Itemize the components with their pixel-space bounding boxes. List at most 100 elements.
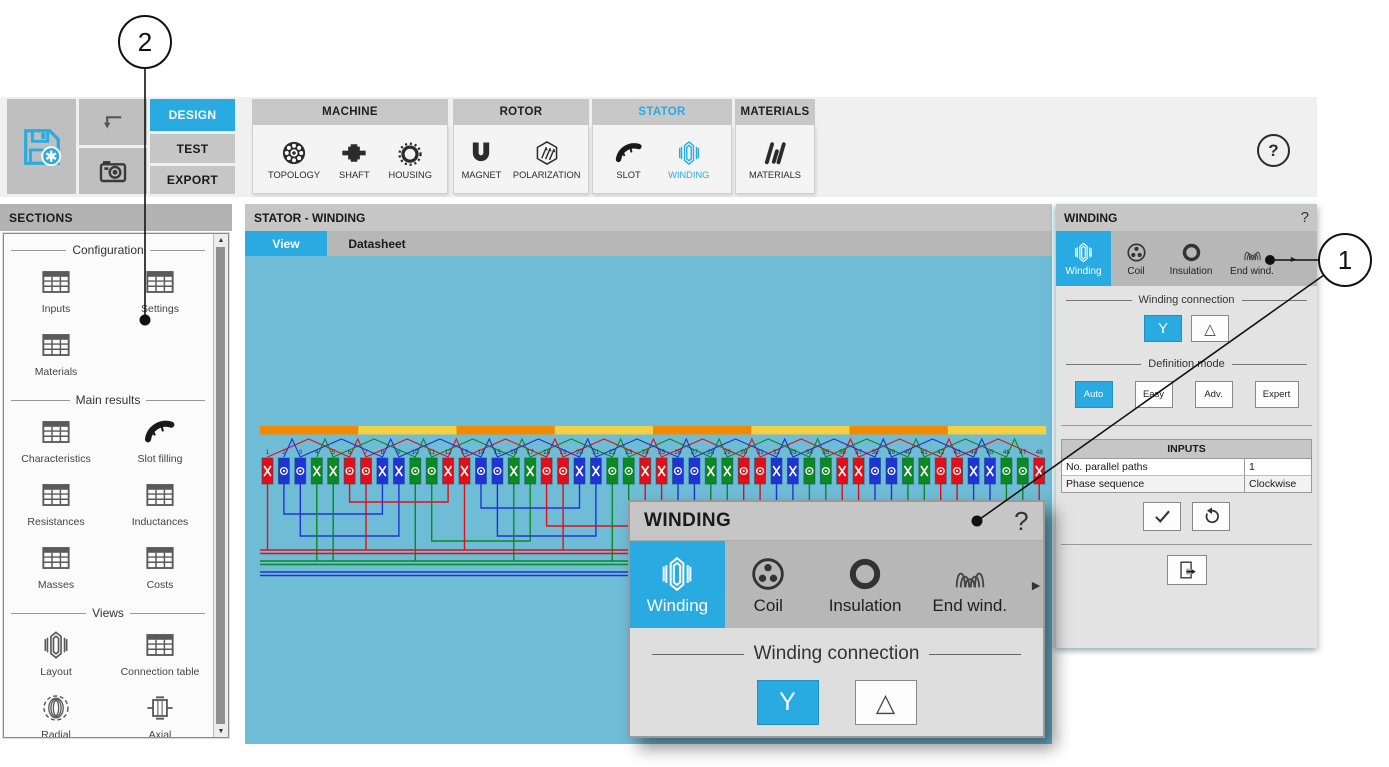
phase-sequence-value[interactable]: Clockwise (1245, 476, 1311, 492)
screenshot-button[interactable] (79, 148, 147, 194)
delta-connection-button[interactable]: △ (1191, 315, 1229, 342)
toolbar-item-shaft[interactable]: SHAFT (335, 139, 373, 180)
svg-text:4: 4 (315, 449, 319, 456)
toolbar-item-winding[interactable]: WINDING (664, 139, 713, 180)
scroll-up-icon[interactable]: ▲ (214, 234, 228, 246)
svg-text:30: 30 (740, 449, 748, 456)
svg-text:29: 29 (724, 449, 732, 456)
tab-datasheet[interactable]: Datasheet (329, 231, 425, 256)
tab-endwind[interactable]: End wind. (918, 541, 1021, 628)
section-items: Inputs Settings Materials (4, 258, 212, 384)
toolbar-item-materials[interactable]: MATERIALS (745, 139, 805, 180)
toolbar-group-title: MATERIALS (735, 99, 815, 125)
import-button[interactable] (79, 99, 147, 145)
camera-icon (97, 155, 129, 187)
svg-text:31: 31 (757, 449, 765, 456)
toolbar-item-label: SHAFT (339, 170, 369, 180)
end-winding-icon (1241, 241, 1264, 264)
toolbar-group-rotor: ROTOR MAGNET POLARIZATION (453, 99, 589, 195)
scroll-down-icon[interactable]: ▼ (214, 725, 228, 737)
popup-help-icon[interactable]: ? (1014, 506, 1029, 537)
axial-icon (144, 692, 176, 724)
section-divider-configuration: Configuration (11, 243, 205, 257)
toolbar-item-polarization[interactable]: POLARIZATION (509, 139, 585, 180)
sidebar-item-label: Inductances (132, 516, 189, 528)
sidebar-item-slot-filling[interactable]: Slot filling (108, 408, 212, 471)
table-row[interactable]: Phase sequence Clockwise (1062, 475, 1311, 492)
sections-list: Configuration Inputs Settings MaterialsM… (4, 234, 212, 738)
sidebar-scrollbar[interactable]: ▲ ▼ (213, 234, 228, 737)
tab-coil[interactable]: Coil (1111, 231, 1161, 286)
svg-text:41: 41 (921, 449, 929, 456)
svg-text:18: 18 (543, 449, 551, 456)
sidebar-item-costs[interactable]: Costs (108, 534, 212, 597)
sidebar-item-settings[interactable]: Settings (108, 258, 212, 321)
materials-icon (761, 139, 789, 167)
toolbar-group-stator: STATOR SLOT WINDING (592, 99, 732, 195)
undo-icon (1201, 506, 1222, 527)
slot-icon (144, 416, 176, 448)
import-arrow-icon (99, 108, 127, 136)
sidebar-item-masses[interactable]: Masses (4, 534, 108, 597)
tab-insulation[interactable]: Insulation (812, 541, 919, 628)
sidebar-item-characteristics[interactable]: Characteristics (4, 408, 108, 471)
tab-insulation[interactable]: Insulation (1161, 231, 1221, 286)
winding-panel-title: WINDING (1064, 211, 1117, 225)
more-tabs-icon[interactable]: ► (1289, 254, 1298, 264)
toolbar-item-housing[interactable]: HOUSING (385, 139, 436, 180)
delta-connection-button[interactable]: △ (855, 680, 917, 725)
parallel-paths-value[interactable]: 1 (1245, 459, 1311, 475)
apply-button[interactable] (1143, 502, 1181, 531)
wye-connection-button[interactable]: Y (1144, 315, 1182, 342)
tab-winding[interactable]: Winding (630, 541, 725, 628)
svg-text:42: 42 (937, 449, 945, 456)
sidebar-item-connection-table[interactable]: Connection table (108, 621, 212, 684)
sidebar-item-label: Settings (141, 303, 179, 315)
toolbar-item-label: WINDING (668, 170, 709, 180)
sidebar-item-axial[interactable]: Axial (108, 684, 212, 738)
table-row[interactable]: No. parallel paths 1 (1062, 459, 1311, 475)
svg-text:7: 7 (364, 449, 368, 456)
toolbar-group-body: MATERIALS (735, 125, 815, 194)
tab-design[interactable]: DESIGN (150, 99, 235, 131)
sidebar-item-label: Inputs (42, 303, 71, 315)
wye-connection-button[interactable]: Y (757, 680, 819, 725)
tab-test[interactable]: TEST (150, 134, 235, 163)
sidebar-item-inputs[interactable]: Inputs (4, 258, 108, 321)
tab-export[interactable]: EXPORT (150, 166, 235, 194)
tab-winding[interactable]: Winding (1056, 231, 1111, 286)
sidebar-item-resistances[interactable]: Resistances (4, 471, 108, 534)
sidebar-item-label: Characteristics (21, 453, 90, 465)
toolbar-group-body: SLOT WINDING (592, 125, 732, 194)
svg-text:34: 34 (806, 449, 814, 456)
toolbar-item-topology[interactable]: TOPOLOGY (264, 139, 324, 180)
mode-auto-button[interactable]: Auto (1075, 381, 1113, 408)
more-tabs-icon[interactable]: ► (1029, 577, 1043, 593)
restore-button[interactable] (1192, 502, 1230, 531)
mode-adv-button[interactable]: Adv. (1195, 381, 1233, 408)
table-icon (144, 479, 176, 511)
tab-coil[interactable]: Coil (725, 541, 812, 628)
sidebar-item-inductances[interactable]: Inductances (108, 471, 212, 534)
help-button[interactable]: ? (1257, 134, 1290, 167)
tab-endwind[interactable]: End wind. (1221, 231, 1283, 286)
check-icon (1152, 506, 1173, 527)
toolbar-group-title: ROTOR (453, 99, 589, 125)
toolbar-item-slot[interactable]: SLOT (611, 139, 647, 180)
svg-text:2: 2 (138, 27, 152, 57)
mode-expert-button[interactable]: Expert (1255, 381, 1299, 408)
sidebar-item-layout[interactable]: Layout (4, 621, 108, 684)
toolbar-item-magnet[interactable]: MAGNET (458, 139, 506, 180)
mode-easy-button[interactable]: Easy (1135, 381, 1173, 408)
save-button[interactable] (7, 99, 76, 194)
sidebar-item-materials[interactable]: Materials (4, 321, 108, 384)
sidebar-item-radial[interactable]: Radial (4, 684, 108, 738)
tab-view[interactable]: View (245, 231, 327, 256)
sidebar-item-label: Connection table (121, 666, 200, 678)
panel-help-icon[interactable]: ? (1301, 209, 1309, 226)
scrollbar-thumb[interactable] (216, 247, 225, 724)
svg-text:5: 5 (331, 449, 335, 456)
export-report-button[interactable] (1167, 555, 1207, 585)
coil-icon (748, 554, 788, 594)
svg-text:39: 39 (888, 449, 896, 456)
